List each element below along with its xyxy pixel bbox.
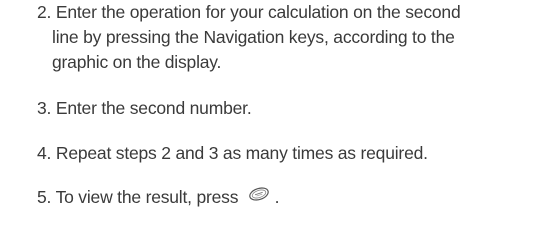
step-text: Enter the second number. bbox=[55, 98, 252, 118]
step-3: 3. Enter the second number. bbox=[37, 96, 537, 121]
step-5: 5. To view the result, press . bbox=[37, 185, 537, 210]
step-number: 3. bbox=[37, 98, 52, 118]
step-text-line-1: Enter the operation for your calculation… bbox=[55, 2, 461, 22]
step-number: 5. bbox=[37, 187, 52, 207]
step-number: 2. bbox=[37, 2, 52, 22]
manual-page: 2. Enter the operation for your calculat… bbox=[0, 0, 544, 249]
ok-key-icon bbox=[248, 184, 270, 209]
step-text-line-2: line by pressing the Navigation keys, ac… bbox=[52, 27, 455, 47]
step-suffix: . bbox=[274, 187, 280, 207]
step-2: 2. Enter the operation for your calculat… bbox=[37, 0, 537, 75]
step-number: 4. bbox=[37, 143, 52, 163]
step-text: To view the result, press bbox=[55, 187, 239, 207]
step-text: Repeat steps 2 and 3 as many times as re… bbox=[55, 143, 428, 163]
step-4: 4. Repeat steps 2 and 3 as many times as… bbox=[37, 141, 537, 166]
step-text-line-3: graphic on the display. bbox=[52, 52, 222, 72]
